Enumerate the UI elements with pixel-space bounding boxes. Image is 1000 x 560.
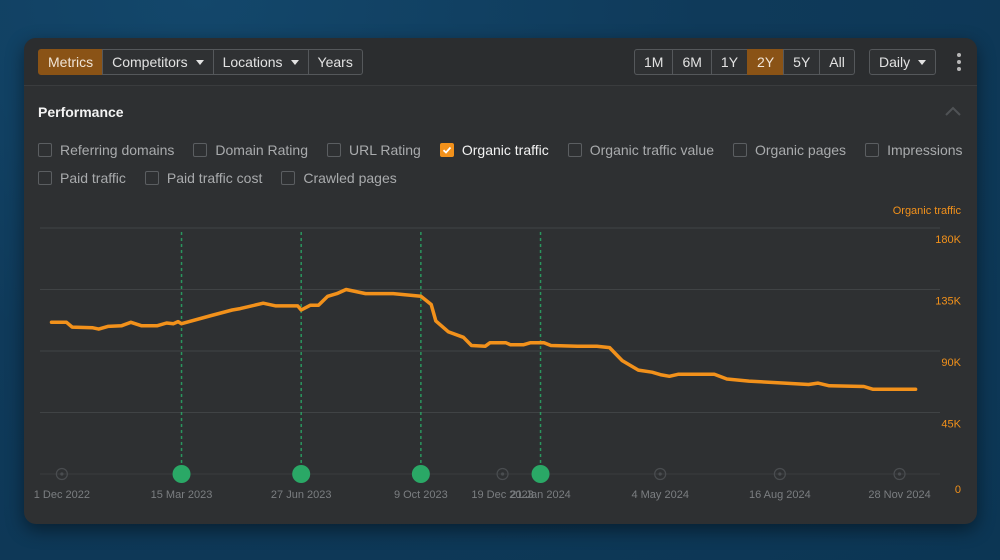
y-axis-title: Organic traffic bbox=[893, 205, 962, 217]
metric-impressions[interactable]: Impressions bbox=[865, 142, 963, 158]
checkbox-icon[interactable] bbox=[865, 143, 880, 157]
x-tick-label: 28 Nov 2024 bbox=[868, 489, 930, 501]
x-tick-label: 1 Dec 2022 bbox=[34, 489, 90, 501]
x-tick-label: 16 Aug 2024 bbox=[749, 489, 811, 501]
granularity-label: Daily bbox=[879, 54, 911, 70]
chevron-down-icon bbox=[918, 59, 927, 65]
tab-label: Metrics bbox=[48, 54, 94, 70]
checkbox-icon[interactable] bbox=[193, 143, 208, 157]
metric-label: Crawled pages bbox=[303, 170, 397, 186]
metric-organic-traffic-value[interactable]: Organic traffic value bbox=[567, 142, 714, 158]
metric-label: Domain Rating bbox=[215, 142, 308, 158]
tab-label: Years bbox=[317, 54, 353, 70]
checkbox-icon[interactable] bbox=[327, 143, 341, 157]
range-label: 2Y bbox=[757, 54, 775, 70]
metric-referring-domains[interactable]: Referring domains bbox=[38, 142, 174, 158]
performance-panel: Metrics Competitors Locations Years 1M 6M 1Y 2… bbox=[24, 38, 977, 524]
tab-competitors[interactable]: Competitors bbox=[102, 49, 214, 75]
granularity-dropdown[interactable]: Daily bbox=[869, 49, 937, 75]
timeline-marker-dot bbox=[60, 472, 64, 476]
metric-row-1: Referring domains Domain Rating URL Rating… bbox=[38, 142, 977, 158]
range-2y[interactable]: 2Y bbox=[747, 49, 785, 75]
range-1y[interactable]: 1Y bbox=[710, 49, 749, 75]
view-tabs: Metrics Competitors Locations Years bbox=[38, 49, 363, 75]
chevron-up-icon[interactable] bbox=[943, 104, 963, 118]
x-tick-label: 4 May 2024 bbox=[631, 489, 688, 501]
checkbox-checked-icon[interactable] bbox=[439, 143, 454, 157]
metric-crawled-pages[interactable]: Crawled pages bbox=[281, 170, 397, 186]
tab-locations[interactable]: Locations bbox=[212, 49, 309, 75]
tab-metrics[interactable]: Metrics bbox=[38, 49, 104, 75]
y-tick-label: 90K bbox=[941, 357, 961, 369]
annotation-marker[interactable] bbox=[411, 465, 430, 483]
metric-label: Referring domains bbox=[60, 142, 175, 158]
metric-domain-rating[interactable]: Domain Rating bbox=[193, 142, 308, 158]
kebab-icon[interactable] bbox=[955, 53, 963, 71]
range-label: 1M bbox=[644, 54, 664, 70]
range-1m[interactable]: 1M bbox=[634, 49, 674, 75]
chevron-down-icon bbox=[290, 59, 299, 65]
metric-row-2: Paid traffic Paid traffic cost Crawled pag… bbox=[38, 170, 416, 186]
timeline-marker-dot bbox=[897, 472, 902, 476]
x-tick-label: 21 Jan 2024 bbox=[510, 489, 571, 501]
range-label: 1Y bbox=[720, 54, 739, 70]
checkbox-icon[interactable] bbox=[144, 171, 159, 185]
metric-label: Paid traffic bbox=[60, 170, 126, 186]
range-all[interactable]: All bbox=[819, 49, 855, 75]
range-5y[interactable]: 5Y bbox=[783, 49, 821, 75]
range-label: 5Y bbox=[793, 54, 811, 70]
checkbox-icon[interactable] bbox=[38, 143, 52, 157]
x-tick-label: 9 Oct 2023 bbox=[394, 489, 448, 501]
range-6m[interactable]: 6M bbox=[672, 49, 712, 75]
tab-years[interactable]: Years bbox=[307, 49, 363, 75]
metric-label: Organic traffic bbox=[461, 142, 549, 158]
metric-label: Organic traffic value bbox=[589, 142, 714, 158]
metric-label: URL Rating bbox=[349, 142, 421, 158]
metric-paid-traffic[interactable]: Paid traffic bbox=[38, 170, 126, 186]
y-tick-label: 45K bbox=[941, 419, 961, 431]
annotation-marker[interactable] bbox=[531, 465, 550, 483]
annotation-marker[interactable] bbox=[172, 465, 191, 483]
section-title: Performance bbox=[38, 104, 124, 120]
metric-label: Impressions bbox=[887, 142, 963, 158]
tab-label: Locations bbox=[222, 54, 283, 70]
checkbox-icon[interactable] bbox=[38, 171, 52, 185]
timeline-marker-dot bbox=[778, 472, 782, 476]
toolbar: Metrics Competitors Locations Years 1M 6M 1Y 2… bbox=[24, 38, 977, 86]
metric-paid-traffic-cost[interactable]: Paid traffic cost bbox=[144, 170, 263, 186]
x-tick-label: 15 Mar 2023 bbox=[151, 489, 213, 501]
checkbox-icon[interactable] bbox=[567, 143, 582, 157]
metric-organic-traffic[interactable]: Organic traffic bbox=[439, 142, 549, 158]
y-tick-label: 0 bbox=[955, 484, 961, 496]
checkbox-icon[interactable] bbox=[733, 143, 747, 157]
metric-label: Organic pages bbox=[755, 142, 847, 158]
metric-url-rating[interactable]: URL Rating bbox=[327, 142, 421, 158]
y-tick-label: 180K bbox=[935, 234, 961, 246]
tab-label: Competitors bbox=[112, 54, 188, 70]
metric-organic-pages[interactable]: Organic pages bbox=[733, 142, 846, 158]
x-tick-label: 27 Jun 2023 bbox=[271, 489, 332, 501]
range-tabs: 1M 6M 1Y 2Y 5Y All bbox=[634, 49, 855, 75]
annotation-marker[interactable] bbox=[292, 465, 311, 483]
metric-label: Paid traffic cost bbox=[166, 170, 263, 186]
range-label: 6M bbox=[682, 54, 702, 70]
organic-traffic-chart: Organic traffic 0 45K 90K 135K 180K 1 Dec 2022… bbox=[34, 205, 962, 501]
y-tick-label: 135K bbox=[935, 296, 961, 308]
range-label: All bbox=[829, 54, 845, 70]
timeline-marker-dot bbox=[658, 472, 662, 476]
checkbox-icon[interactable] bbox=[281, 171, 296, 185]
chevron-down-icon bbox=[195, 59, 204, 65]
timeline-marker-dot bbox=[500, 472, 505, 476]
